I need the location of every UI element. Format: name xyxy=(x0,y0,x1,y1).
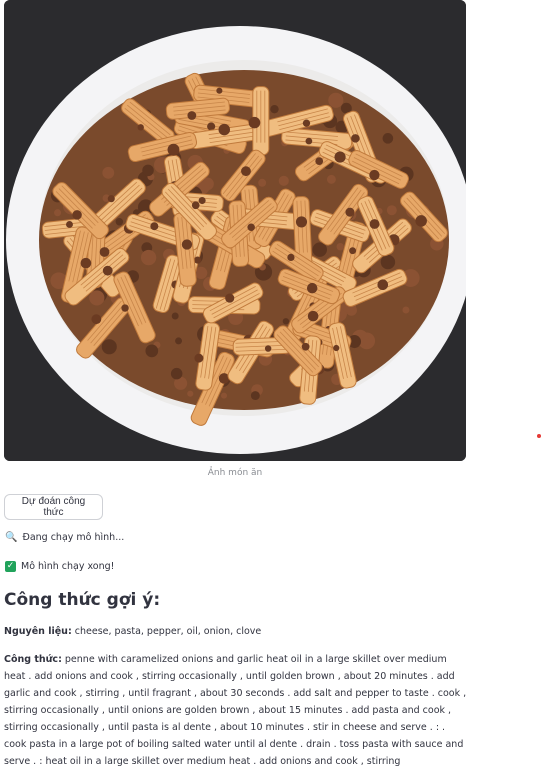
status-done-text: Mô hình chạy xong! xyxy=(21,561,114,572)
ingredients-line: Nguyên liệu: cheese, pasta, pepper, oil,… xyxy=(4,623,468,640)
ingredients-text: cheese, pasta, pepper, oil, onion, clove xyxy=(75,626,262,637)
predict-recipe-button[interactable]: Dự đoán công thức xyxy=(4,494,103,520)
ingredients-label: Nguyên liệu: xyxy=(4,626,72,637)
image-caption: Ảnh món ăn xyxy=(4,468,466,478)
status-running: 🔍 Đang chạy mô hình... xyxy=(5,532,124,543)
dish-photo xyxy=(4,0,466,461)
status-done: ✓ Mô hình chạy xong! xyxy=(5,561,114,572)
cursor-dot xyxy=(537,434,541,438)
recipe-heading: Công thức gợi ý: xyxy=(4,590,160,610)
recipe-paragraph: Công thức: penne with caramelized onions… xyxy=(4,651,468,770)
pasta-image xyxy=(4,0,466,461)
recipe-label: Công thức: xyxy=(4,654,62,665)
status-running-text: Đang chạy mô hình... xyxy=(22,532,124,543)
magnifier-icon: 🔍 xyxy=(5,533,17,543)
check-icon: ✓ xyxy=(5,561,16,572)
recipe-text: penne with caramelized onions and garlic… xyxy=(4,654,466,767)
